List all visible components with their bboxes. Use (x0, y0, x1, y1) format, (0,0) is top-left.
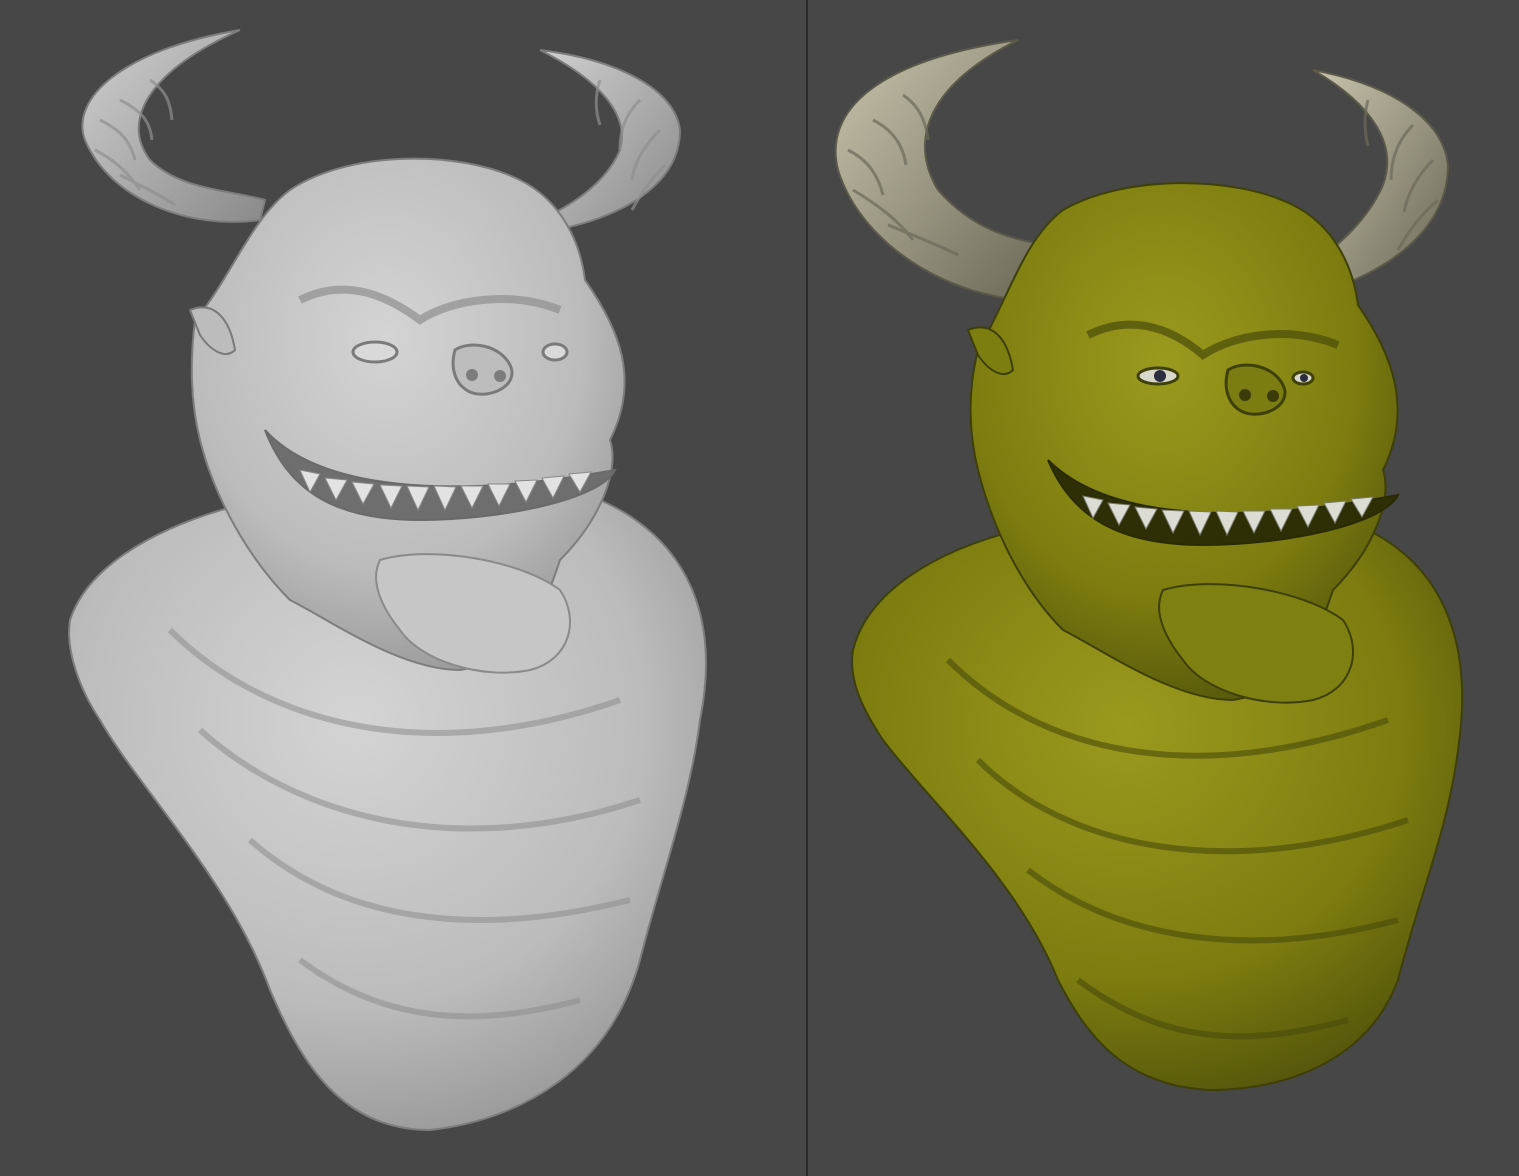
right-horn (539, 49, 682, 232)
viewport-painted[interactable] (808, 0, 1519, 1176)
left-eye (351, 340, 399, 364)
left-horn (834, 39, 1050, 302)
right-eye (541, 342, 569, 362)
painted-model-render (834, 39, 1464, 1092)
viewport-split (0, 0, 1519, 1176)
viewport-clay[interactable] (0, 0, 806, 1176)
clay-model-render (68, 29, 707, 1132)
